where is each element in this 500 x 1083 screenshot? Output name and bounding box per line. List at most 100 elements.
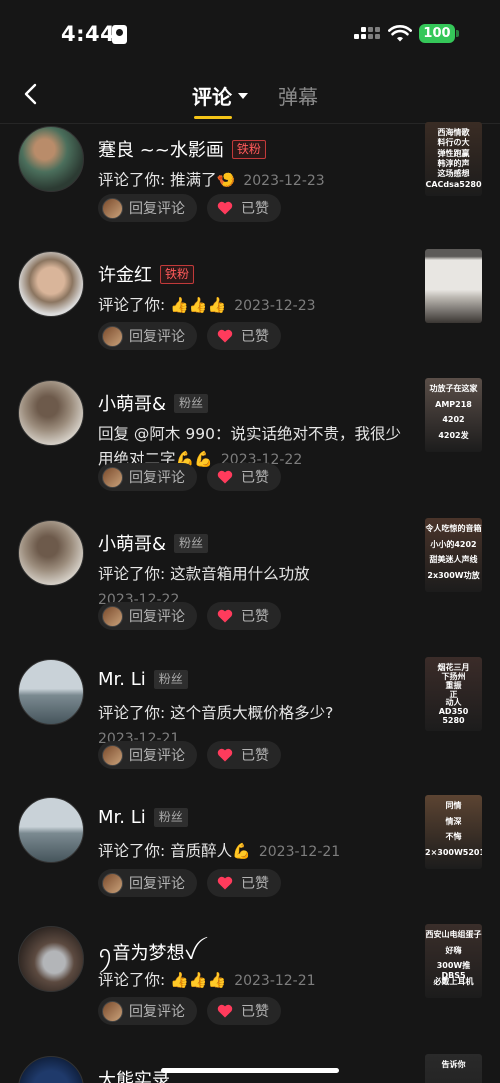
thumbnail-caption: 弹性跑赢 [437,149,470,158]
video-thumbnail[interactable]: 同情 情深 不悔 2×300W5201 [425,795,482,869]
reply-label: 回复评论 [129,876,185,892]
video-thumbnail[interactable]: 西安山电组蛋子 好嗨 300W推DBS5 必戴上耳机 [425,924,482,998]
user-name[interactable]: 许金红 [98,261,152,287]
user-avatar[interactable] [18,659,84,725]
thumbnail-caption: 西安山电组蛋子 [425,930,482,939]
reply-comment-button[interactable]: 回复评论 [98,997,197,1025]
liked-label: 已赞 [241,329,269,345]
status-time: 4:44 [61,22,116,46]
thumbnail-caption: 功放子在这家 [429,384,478,393]
reply-comment-button[interactable]: 回复评论 [98,602,197,630]
reply-comment-button[interactable]: 回复评论 [98,194,197,222]
thumbnail-caption: 5280 [442,716,465,725]
reply-label: 回复评论 [129,1004,185,1020]
mini-avatar-icon [102,197,123,219]
mini-avatar-icon [102,466,123,488]
video-thumbnail[interactable]: 告诉你 [425,1054,482,1083]
reply-comment-button[interactable]: 回复评论 [98,741,197,769]
heart-icon [217,201,233,215]
liked-label: 已赞 [241,876,269,892]
thumbnail-caption: AMP218 [435,400,472,409]
reply-comment-button[interactable]: 回复评论 [98,322,197,350]
status-bar: 4:44 100 [0,0,500,66]
thumbnail-caption: 甜美迷人声线 [429,555,478,564]
user-avatar[interactable] [18,520,84,586]
user-name[interactable]: Mr. Li [98,807,146,828]
comment-header: Mr. Li 粉丝 [98,807,188,828]
cellular-signal-icon [354,26,380,44]
liked-label: 已赞 [241,748,269,764]
thumbnail-caption: 西海情歌 [437,128,470,137]
comment-actions: 回复评论 已赞 [98,322,281,350]
reply-comment-button[interactable]: 回复评论 [98,869,197,897]
fan-badge: 粉丝 [174,393,209,413]
thumbnail-caption: 2×300W5201 [425,848,482,857]
user-avatar[interactable] [18,1056,84,1083]
user-avatar[interactable] [18,126,84,192]
liked-button[interactable]: 已赞 [207,602,281,630]
comment-text: 评论了你: [98,296,171,314]
fan-badge: 铁粉 [231,139,266,159]
comment-text: 评论了你: 音质醉人 [98,842,233,860]
fan-badge: 粉丝 [153,808,188,827]
liked-label: 已赞 [241,1004,269,1020]
user-avatar[interactable] [18,797,84,863]
user-avatar[interactable] [18,251,84,317]
thumbnail-caption: 同情 [445,801,462,810]
video-thumbnail[interactable]: 令人吃惊的音箱 小小的4202 甜美迷人声线 2x300W功放 [425,518,482,592]
orientation-lock-icon [112,25,127,44]
comment-body: 评论了你: 推满了🍤 2023-12-23 [98,168,413,194]
user-avatar[interactable] [18,380,84,446]
video-thumbnail[interactable]: 烟花三月 下扬州 重振正动人 AD350 5280 [425,657,482,731]
reply-label: 回复评论 [129,329,185,345]
user-avatar[interactable] [18,926,84,992]
liked-button[interactable]: 已赞 [207,741,281,769]
comment-date: 2023-12-21 [234,973,316,989]
tab-comments[interactable]: 评论 [192,81,232,110]
reply-comment-button[interactable]: 回复评论 [98,463,197,491]
video-thumbnail[interactable]: 功放子在这家 AMP218 4202 4202发 [425,378,482,452]
user-name[interactable]: 蹇良 ~~水影画 [98,136,224,162]
liked-button[interactable]: 已赞 [207,322,281,350]
video-thumbnail[interactable]: 西海情歌 料行の大 弹性跑赢 韩淳的声 这场感想 CACdsa5280 [425,122,482,196]
video-thumbnail[interactable] [425,249,482,323]
user-name[interactable]: Mr. Li [98,669,146,690]
heart-icon [217,470,233,484]
heart-icon [217,748,233,762]
comment-date: 2023-12-23 [234,298,316,314]
comment-header: 小萌哥& 粉丝 [98,390,209,416]
tab-danmaku[interactable]: 弹幕 [278,81,318,110]
back-chevron-icon[interactable] [20,82,44,106]
heart-icon [217,329,233,343]
user-name[interactable]: 小萌哥& [98,390,166,416]
thumbnail-caption: 这场感想 [437,169,470,178]
thumbnail-caption: 小小的4202 [430,540,477,549]
thumbnail-caption: 必戴上耳机 [433,977,474,986]
wifi-icon [388,25,412,42]
liked-button[interactable]: 已赞 [207,463,281,491]
comment-actions: 回复评论 已赞 [98,997,281,1025]
comment-date: 2023-12-23 [243,173,325,189]
comment-header: 许金红 铁粉 [98,261,195,287]
comment-actions: 回复评论 已赞 [98,741,281,769]
thumbnail-caption: 4202发 [438,431,469,440]
liked-button[interactable]: 已赞 [207,997,281,1025]
comment-text: 评论了你: 这个音质大概价格多少? [98,704,334,722]
comment-actions: 回复评论 已赞 [98,869,281,897]
dropdown-caret-icon[interactable] [238,93,248,99]
home-indicator [161,1068,339,1073]
comment-text: 评论了你: 这款音箱用什么功放 [98,565,310,583]
comment-header: 大熊实录 [98,1066,170,1083]
mini-avatar-icon [102,744,123,766]
liked-button[interactable]: 已赞 [207,194,281,222]
user-name[interactable]: 大熊实录 [98,1066,170,1083]
reply-label: 回复评论 [129,609,185,625]
reply-label: 回复评论 [129,470,185,486]
thumbnail-caption: 韩淳的声 [437,159,470,168]
liked-button[interactable]: 已赞 [207,869,281,897]
comment-text: 评论了你: 推满了 [98,171,217,189]
comment-text: 评论了你: [98,971,171,989]
reply-label: 回复评论 [129,201,185,217]
thumbnail-caption: CACdsa5280 [425,180,482,189]
user-name[interactable]: 小萌哥& [98,530,166,556]
